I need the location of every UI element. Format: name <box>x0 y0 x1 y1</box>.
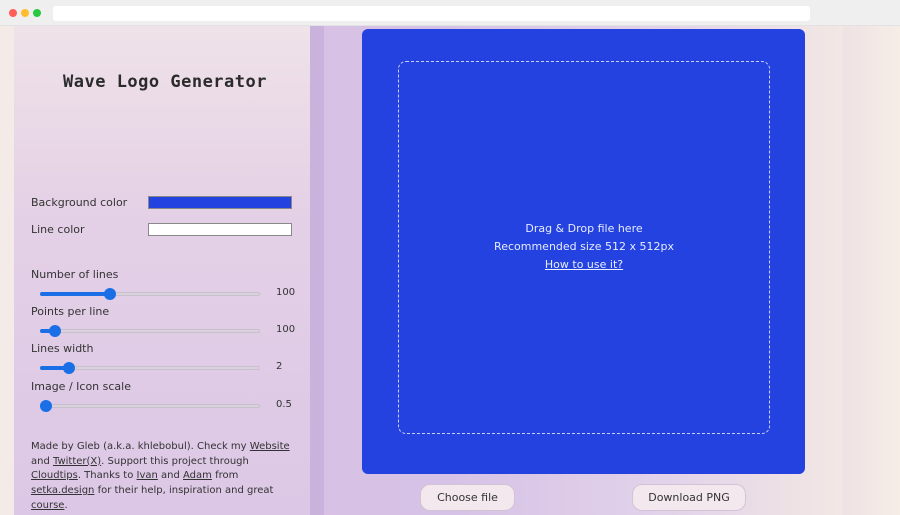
browser-chrome <box>0 0 900 26</box>
slider-thumb[interactable] <box>40 400 52 412</box>
twitter-link[interactable]: Twitter(X) <box>53 456 101 467</box>
website-link[interactable]: Website <box>250 441 290 452</box>
how-to-use-link[interactable]: How to use it? <box>545 258 623 271</box>
credits-fragment: . <box>64 499 68 511</box>
lines-width-value: 2 <box>276 361 283 372</box>
page-margin-right <box>843 26 900 515</box>
credits-fragment: . Support this project through <box>101 455 249 467</box>
adam-link[interactable]: Adam <box>183 470 212 481</box>
number-of-lines-value: 100 <box>276 287 296 298</box>
line-color-picker[interactable] <box>148 223 292 236</box>
number-of-lines-slider[interactable] <box>40 288 260 300</box>
points-per-line-slider[interactable] <box>40 325 260 337</box>
drop-instruction: Drag & Drop file here <box>525 222 643 235</box>
icon-scale-value: 0.5 <box>276 399 292 410</box>
lines-width-label: Lines width <box>31 342 94 355</box>
window-minimize-dot[interactable] <box>21 9 29 17</box>
line-color-label: Line color <box>31 223 85 236</box>
number-of-lines-label: Number of lines <box>31 268 119 281</box>
credits-fragment: and <box>31 455 53 467</box>
credits-fragment: . Thanks to <box>77 470 137 482</box>
credits-fragment: from <box>211 470 239 482</box>
slider-thumb[interactable] <box>62 362 75 374</box>
recommended-size-text: Recommended size 512 x 512px <box>494 240 674 253</box>
credits-text: Made by Gleb (a.k.a. khlebobul). Check m… <box>31 440 293 514</box>
points-per-line-value: 100 <box>276 324 296 335</box>
ivan-link[interactable]: Ivan <box>137 470 158 481</box>
slider-thumb[interactable] <box>104 288 117 300</box>
icon-scale-slider[interactable] <box>40 400 260 412</box>
panel-divider <box>310 26 324 515</box>
address-bar[interactable] <box>53 6 810 21</box>
points-per-line-label: Points per line <box>31 305 110 318</box>
credits-fragment: and <box>157 470 184 482</box>
logo-preview-canvas[interactable]: Drag & Drop file here Recommended size 5… <box>362 29 805 474</box>
page-margin-left <box>0 26 14 515</box>
lines-width-slider[interactable] <box>40 362 260 374</box>
slider-fill <box>40 292 111 296</box>
background-color-picker[interactable] <box>148 196 292 209</box>
credits-fragment: Made by Gleb (a.k.a. khlebobul). Check m… <box>31 441 250 452</box>
help-link-row: How to use it? <box>399 258 769 271</box>
download-png-button[interactable]: Download PNG <box>632 484 746 511</box>
background-color-label: Background color <box>31 196 128 209</box>
file-drop-zone[interactable]: Drag & Drop file here Recommended size 5… <box>398 61 770 434</box>
window-maximize-dot[interactable] <box>33 9 41 17</box>
icon-scale-label: Image / Icon scale <box>31 380 131 393</box>
app-title: Wave Logo Generator <box>63 72 267 92</box>
slider-track <box>40 329 260 333</box>
slider-track <box>40 404 260 408</box>
cloudtips-link[interactable]: Cloudtips <box>31 470 78 481</box>
window-close-dot[interactable] <box>9 9 17 17</box>
setka-design-link[interactable]: setka.design <box>31 485 94 496</box>
slider-thumb[interactable] <box>49 325 62 337</box>
choose-file-button[interactable]: Choose file <box>420 484 515 511</box>
course-link[interactable]: course <box>31 500 64 511</box>
credits-fragment: for their help, inspiration and great <box>94 485 274 497</box>
